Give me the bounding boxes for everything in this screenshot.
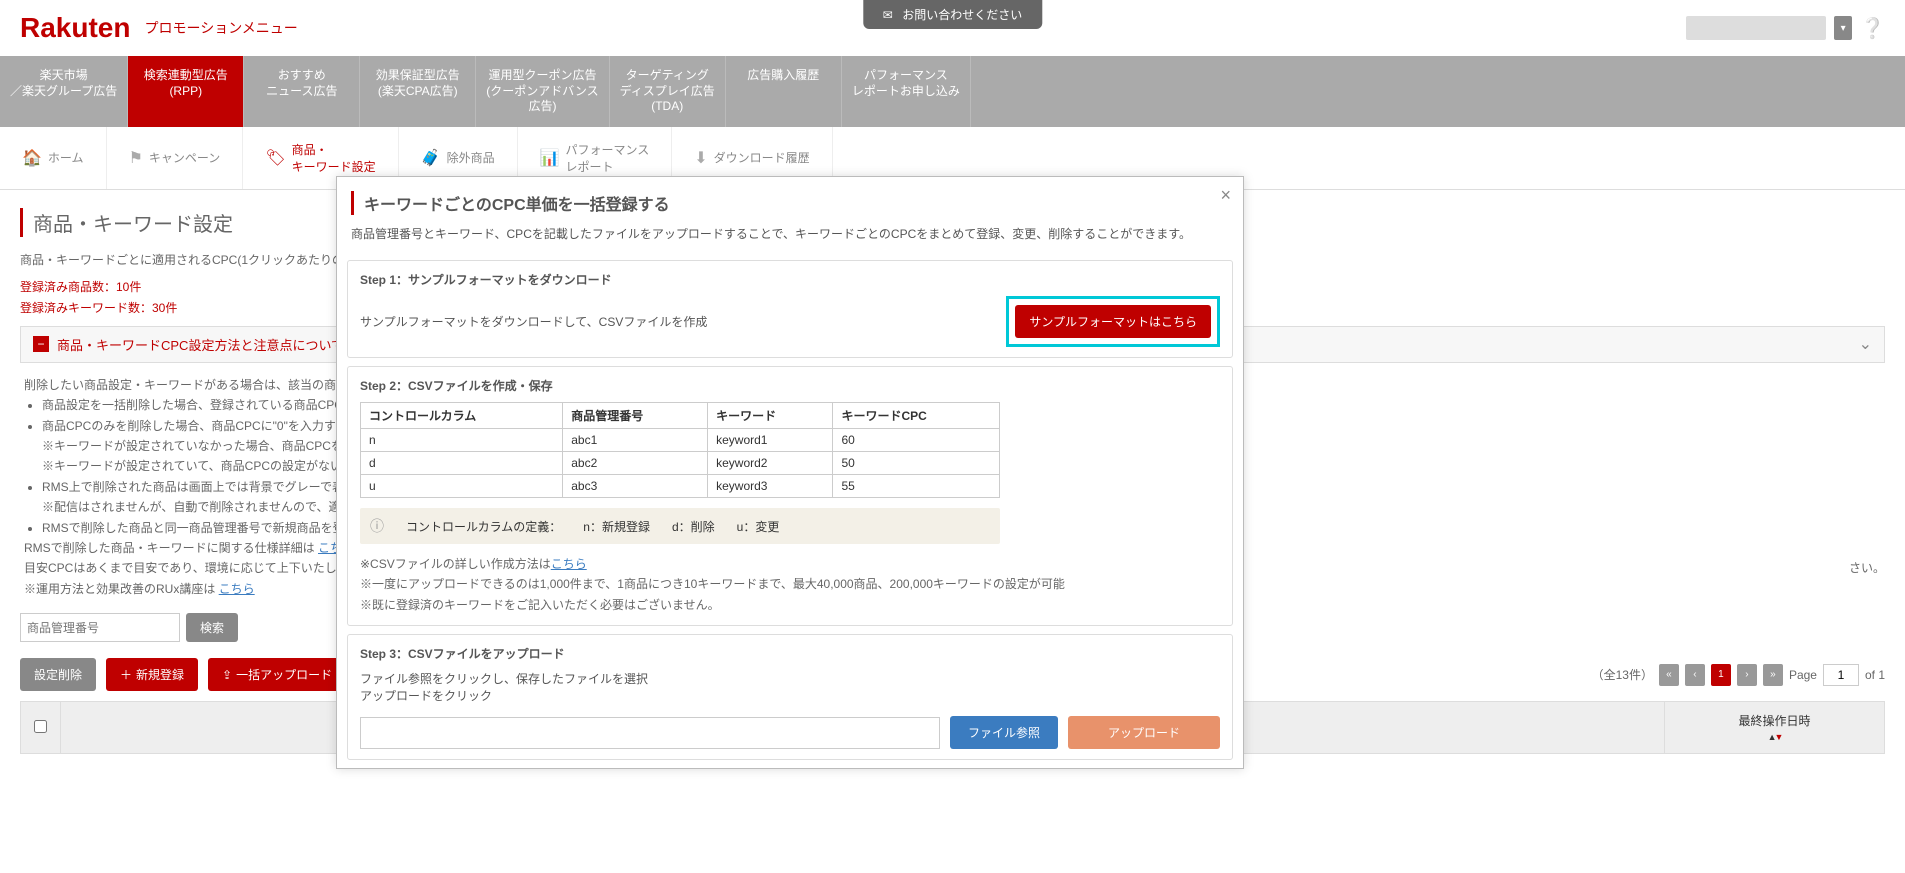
step2-notes: ※CSVファイルの詳しい作成方法はこちら ※一度にアップロードできるのは1,00…	[360, 554, 1220, 615]
help-icon[interactable]: ❔	[1860, 16, 1885, 41]
nav-tab-report[interactable]: パフォーマンスレポートお申し込み	[842, 56, 971, 127]
csv-th: キーワード	[708, 403, 833, 429]
note-text: RMSで削除した商品・キーワードに関する仕様詳細は	[24, 541, 318, 555]
info-n: n：新規登録	[583, 518, 650, 535]
step2-note3: ※既に登録済のキーワードをご記入いただく必要はございません。	[360, 595, 1220, 615]
search-button[interactable]: 検索	[186, 613, 238, 642]
step3-title: Step 3：CSVファイルをアップロード	[360, 645, 1220, 662]
step2-box: Step 2：CSVファイルを作成・保存 コントロールカラム 商品管理番号 キー…	[347, 366, 1233, 626]
bulk-upload-modal: × キーワードごとのCPC単価を一括登録する 商品管理番号とキーワード、CPCを…	[336, 176, 1244, 769]
close-icon[interactable]: ×	[1220, 185, 1231, 206]
pager-last[interactable]: »	[1763, 664, 1783, 686]
pager-page-1[interactable]: 1	[1711, 664, 1731, 686]
step1-box: Step 1：サンプルフォーマットをダウンロード サンプルフォーマットをダウンロ…	[347, 260, 1233, 358]
upload-icon: ⇪	[222, 668, 232, 682]
info-bar: ⓘ コントロールカラムの定義： n：新規登録 d：削除 u：変更	[360, 508, 1000, 544]
step3-body1: ファイル参照をクリックし、保存したファイルを選択	[360, 670, 1220, 687]
pager-prev[interactable]: ‹	[1685, 664, 1705, 686]
delete-button[interactable]: 設定削除	[20, 658, 96, 691]
bulk-upload-button[interactable]: ⇪一括アップロード	[208, 658, 346, 691]
download-icon: ⬇	[694, 148, 707, 168]
modal-title: キーワードごとのCPC単価を一括登録する	[351, 191, 1229, 215]
minus-icon: −	[33, 336, 49, 352]
info-d: d：削除	[672, 518, 715, 535]
logo[interactable]: Rakuten	[20, 12, 130, 44]
info-u: u：変更	[737, 518, 780, 535]
nav-tab-history[interactable]: 広告購入履歴	[726, 56, 842, 127]
file-path-input[interactable]	[360, 717, 940, 749]
bag-icon: 🧳	[421, 148, 441, 168]
table-row: uabc3keyword355	[361, 475, 1000, 498]
page-input[interactable]	[1823, 664, 1859, 686]
nav-tab-coupon[interactable]: 運用型クーポン広告(クーポンアドバンス広告)	[476, 56, 609, 127]
flag-icon: ⚑	[129, 148, 143, 168]
step3-body2: アップロードをクリック	[360, 687, 1220, 704]
csv-th: コントロールカラム	[361, 403, 563, 429]
upload-button[interactable]: アップロード	[1068, 716, 1220, 749]
note-text: ※運用方法と効果改善のRUx講座は	[24, 582, 219, 596]
csv-th: キーワードCPC	[833, 403, 1000, 429]
nav-tab-tda[interactable]: ターゲティングディスプレイ広告(TDA)	[610, 56, 726, 127]
rux-link[interactable]: こちら	[219, 582, 255, 596]
csv-howto-link[interactable]: こちら	[551, 557, 587, 571]
user-menu-dropdown[interactable]: ▾	[1834, 16, 1852, 40]
sample-button-highlight: サンプルフォーマットはこちら	[1006, 296, 1220, 347]
pager-next[interactable]: ›	[1737, 664, 1757, 686]
search-input[interactable]	[20, 613, 180, 642]
logo-subtitle: プロモーションメニュー	[144, 18, 297, 38]
sub-tab-campaign[interactable]: ⚑キャンペーン	[107, 127, 244, 189]
sample-format-button[interactable]: サンプルフォーマットはこちら	[1015, 305, 1211, 338]
chart-icon: 📊	[540, 148, 560, 168]
nav-tab-ichiba[interactable]: 楽天市場／楽天グループ広告	[0, 56, 128, 127]
th-last-op[interactable]: 最終操作日時▲▼	[1665, 702, 1885, 754]
csv-sample-table: コントロールカラム 商品管理番号 キーワード キーワードCPC nabc1key…	[360, 402, 1000, 498]
sort-icon: ▲▼	[1768, 732, 1782, 742]
note-text: 目安CPCはあくまで目安であり、環境に応じて上下いたし	[24, 558, 337, 578]
select-all-checkbox[interactable]	[34, 720, 47, 733]
header-right: ▾ ❔	[1686, 16, 1885, 41]
tag-icon: 🏷	[265, 148, 285, 168]
info-label: コントロールカラムの定義：	[406, 518, 561, 535]
table-row: nabc1keyword160	[361, 429, 1000, 452]
step1-body: サンプルフォーマットをダウンロードして、CSVファイルを作成	[360, 313, 707, 330]
plus-icon: ＋	[120, 666, 132, 683]
main-nav: 楽天市場／楽天グループ広告 検索連動型広告(RPP) おすすめニュース広告 効果…	[0, 56, 1905, 127]
pager-label: Page	[1789, 668, 1817, 682]
new-register-button[interactable]: ＋新規登録	[106, 658, 198, 691]
step2-note2: ※一度にアップロードできるのは1,000件まで、1商品につき10キーワードまで、…	[360, 574, 1220, 594]
header: Rakuten プロモーションメニュー ▾ ❔	[0, 0, 1905, 56]
accordion-title: 商品・キーワードCPC設定方法と注意点について	[57, 335, 344, 354]
pager-label-post: of 1	[1865, 668, 1885, 682]
nav-tab-rpp[interactable]: 検索連動型広告(RPP)	[128, 56, 244, 127]
modal-description: 商品管理番号とキーワード、CPCを記載したファイルをアップロードすることで、キー…	[351, 225, 1229, 242]
step1-title: Step 1：サンプルフォーマットをダウンロード	[360, 271, 1220, 288]
step3-box: Step 3：CSVファイルをアップロード ファイル参照をクリックし、保存したフ…	[347, 634, 1233, 760]
table-row: dabc2keyword250	[361, 452, 1000, 475]
pager-first[interactable]: «	[1659, 664, 1679, 686]
pager: （全13件） « ‹ 1 › » Page of 1	[1592, 664, 1885, 686]
pager-total: （全13件）	[1592, 666, 1653, 683]
step2-title: Step 2：CSVファイルを作成・保存	[360, 377, 1220, 394]
file-reference-button[interactable]: ファイル参照	[950, 716, 1058, 749]
note-text-suffix: さい。	[1849, 558, 1885, 578]
sub-tab-home[interactable]: 🏠ホーム	[0, 127, 107, 189]
home-icon: 🏠	[22, 148, 42, 168]
chevron-down-icon: ⌄	[1859, 334, 1872, 354]
nav-tab-news[interactable]: おすすめニュース広告	[244, 56, 360, 127]
info-icon: ⓘ	[370, 516, 384, 536]
user-menu[interactable]	[1686, 16, 1826, 40]
nav-tab-cpa[interactable]: 効果保証型広告(楽天CPA広告)	[360, 56, 476, 127]
csv-th: 商品管理番号	[563, 403, 708, 429]
